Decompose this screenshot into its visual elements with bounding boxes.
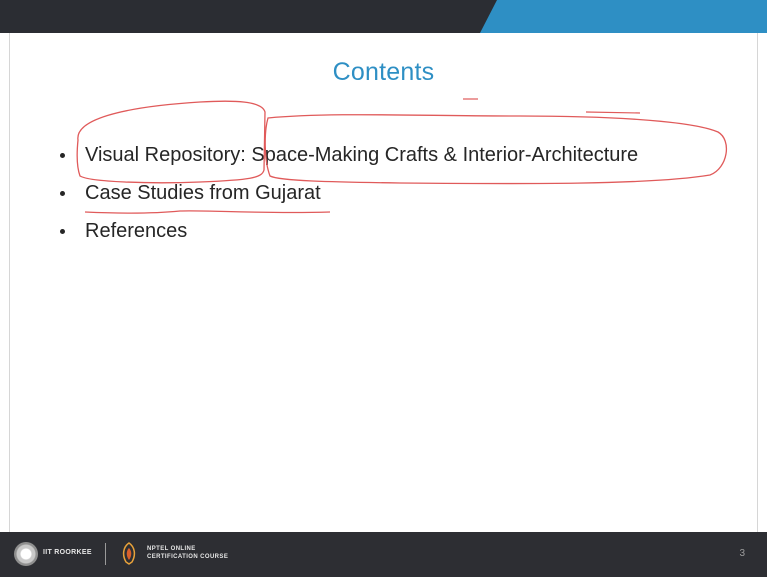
- course-label-line1: NPTEL ONLINE: [147, 546, 196, 552]
- bullet-list: Visual Repository: Space-Making Crafts &…: [58, 136, 638, 250]
- footer-bar: IIT ROORKEE NPTEL ONLINE CERTIFICATION C…: [0, 532, 767, 577]
- bullet-text: Visual Repository: Space-Making Crafts &…: [85, 144, 639, 166]
- bullet-dot-icon: [60, 153, 65, 158]
- top-header-band: [0, 0, 767, 33]
- institute-label: IIT ROORKEE: [43, 549, 92, 556]
- bullet-dot-icon: [60, 229, 65, 234]
- slide-frame: [9, 33, 758, 532]
- nptel-logo-icon: [122, 542, 136, 565]
- bullet-text: Case Studies from Gujarat: [85, 182, 321, 204]
- bullet-item: References: [58, 212, 638, 250]
- header-band-graphic: [0, 0, 767, 33]
- footer-divider: [105, 543, 106, 565]
- bullet-item: Visual Repository: Space-Making Crafts &…: [58, 136, 638, 174]
- bullet-item: Case Studies from Gujarat: [58, 174, 638, 212]
- course-label-line2: CERTIFICATION COURSE: [147, 554, 229, 560]
- page-number: 3: [739, 548, 745, 559]
- iit-roorkee-logo-icon: [14, 542, 38, 566]
- bullet-text: References: [85, 220, 188, 242]
- slide-title: Contents: [332, 58, 435, 86]
- bullet-dot-icon: [60, 191, 65, 196]
